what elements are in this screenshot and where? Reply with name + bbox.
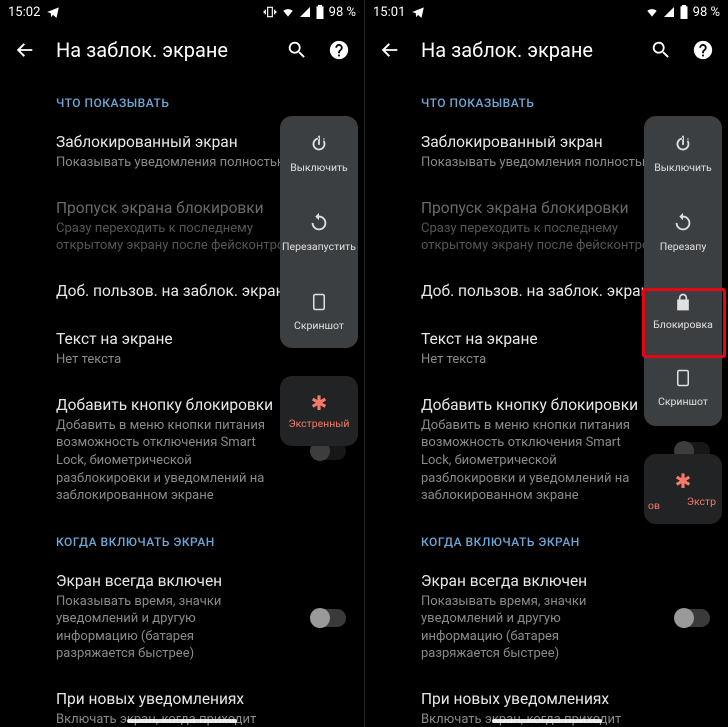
item-title: Текст на экране <box>56 329 308 349</box>
item-title: Экран всегда включен <box>421 571 672 591</box>
app-bar: На заблок. экране <box>0 24 364 76</box>
screenshot-button[interactable]: Скриншот <box>644 348 722 426</box>
back-icon[interactable] <box>379 39 401 61</box>
emergency-frag1: ов <box>648 499 660 512</box>
power-off-button[interactable]: Выключить <box>644 116 722 190</box>
status-bar: 15:02 98 % <box>0 0 364 24</box>
emergency-label: Экстренный <box>288 417 349 430</box>
item-title: Заблокированный экран <box>421 132 672 152</box>
wifi-icon <box>645 5 659 19</box>
item-always-on[interactable]: Экран всегда включен Показывать время, з… <box>0 559 364 677</box>
item-title: Заблокированный экран <box>56 132 308 152</box>
page-title: На заблок. экране <box>56 38 266 62</box>
nav-pill[interactable] <box>492 719 602 723</box>
toggle-always-on[interactable] <box>312 609 346 627</box>
wifi-icon <box>281 5 295 19</box>
clock: 15:02 <box>8 5 40 20</box>
item-title: Добавить кнопку блокировки <box>421 395 672 415</box>
help-icon[interactable] <box>328 39 350 61</box>
restart-icon <box>308 212 330 234</box>
screenshot-icon <box>310 291 328 313</box>
item-title: Доб. пользов. на заблок. экране <box>56 281 308 301</box>
screenshot-button[interactable]: Скриншот <box>280 274 358 348</box>
item-title: Текст на экране <box>421 329 672 349</box>
highlight-box <box>642 288 726 358</box>
item-sub: Показывать уведомления полностью <box>56 154 308 172</box>
section-what-to-show: ЧТО ПОКАЗЫВАТЬ <box>365 80 728 120</box>
battery-icon <box>679 5 689 19</box>
section-when-wake: КОГДА ВКЛЮЧАТЬ ЭКРАН <box>365 519 728 559</box>
item-title: Экран всегда включен <box>56 571 308 591</box>
item-title: Пропуск экрана блокировки <box>421 198 672 218</box>
page-title: На заблок. экране <box>421 38 630 62</box>
telegram-icon <box>46 5 60 19</box>
battery-icon <box>315 5 325 19</box>
screenshot-label: Скриншот <box>294 319 344 332</box>
item-sub: Нет текста <box>56 351 308 369</box>
emergency-icon: ✱ <box>311 393 328 413</box>
section-what-to-show: ЧТО ПОКАЗЫВАТЬ <box>0 80 364 120</box>
screenshot-icon <box>674 367 692 389</box>
screen-right: 15:01 98 % На заблок. экране ЧТО ПОКАЗЫВ… <box>364 0 728 727</box>
item-title: При новых уведомлениях <box>421 689 672 709</box>
power-off-button[interactable]: Выключить <box>280 116 358 190</box>
power-menu: Выключить Перезапу Блокировка Скриншот <box>644 116 722 426</box>
vibrate-icon <box>263 5 277 19</box>
item-sub: Сразу переходить к последнему открытому … <box>421 220 672 255</box>
restart-icon <box>672 212 694 234</box>
signal-icon <box>299 6 311 18</box>
help-icon[interactable] <box>692 39 714 61</box>
power-off-label: Выключить <box>654 161 712 174</box>
restart-button[interactable]: Перезапу <box>644 190 722 274</box>
item-title: При новых уведомлениях <box>56 689 308 709</box>
item-always-on[interactable]: Экран всегда включен Показывать время, з… <box>365 559 728 677</box>
restart-label: Перезапустить <box>282 240 356 253</box>
battery-text: 98 % <box>693 5 720 20</box>
status-bar: 15:01 98 % <box>365 0 728 24</box>
item-sub: Показывать уведомления полностью <box>421 154 672 172</box>
item-title: Доб. пользов. на заблок. экране <box>421 281 672 301</box>
restart-button[interactable]: Перезапустить <box>280 190 358 274</box>
emergency-frag2: Экстр <box>687 495 716 508</box>
item-sub: Добавить в меню кнопки питания возможнос… <box>421 417 672 505</box>
clock: 15:01 <box>373 5 405 20</box>
emergency-button[interactable]: ✱ ов Экстр <box>644 454 722 524</box>
power-menu: Выключить Перезапустить Скриншот <box>280 116 358 348</box>
search-icon[interactable] <box>650 39 672 61</box>
power-off-label: Выключить <box>290 161 348 174</box>
item-sub: Сразу переходить к последнему открытому … <box>56 220 308 255</box>
item-title: Добавить кнопку блокировки <box>56 395 308 415</box>
section-when-wake: КОГДА ВКЛЮЧАТЬ ЭКРАН <box>0 519 364 559</box>
app-bar: На заблок. экране <box>365 24 728 76</box>
power-icon <box>672 133 694 155</box>
item-sub: Нет текста <box>421 351 672 369</box>
signal-icon <box>663 6 675 18</box>
telegram-icon <box>411 5 425 19</box>
toggle-always-on[interactable] <box>676 609 710 627</box>
search-icon[interactable] <box>286 39 308 61</box>
nav-pill[interactable] <box>127 719 237 723</box>
item-title: Пропуск экрана блокировки <box>56 198 308 218</box>
emergency-icon: ✱ <box>675 471 692 491</box>
restart-label: Перезапу <box>660 240 707 253</box>
power-icon <box>308 133 330 155</box>
emergency-button[interactable]: ✱ Экстренный <box>280 376 358 446</box>
item-sub: Добавить в меню кнопки питания возможнос… <box>56 417 308 505</box>
item-sub: Показывать время, значки уведомлений и д… <box>56 593 308 663</box>
screen-left: 15:02 98 % На заблок. экране ЧТО ПОКАЗЫВ… <box>0 0 364 727</box>
screenshot-label: Скриншот <box>658 395 708 408</box>
item-sub: Показывать время, значки уведомлений и д… <box>421 593 672 663</box>
back-icon[interactable] <box>14 39 36 61</box>
battery-text: 98 % <box>329 5 356 20</box>
